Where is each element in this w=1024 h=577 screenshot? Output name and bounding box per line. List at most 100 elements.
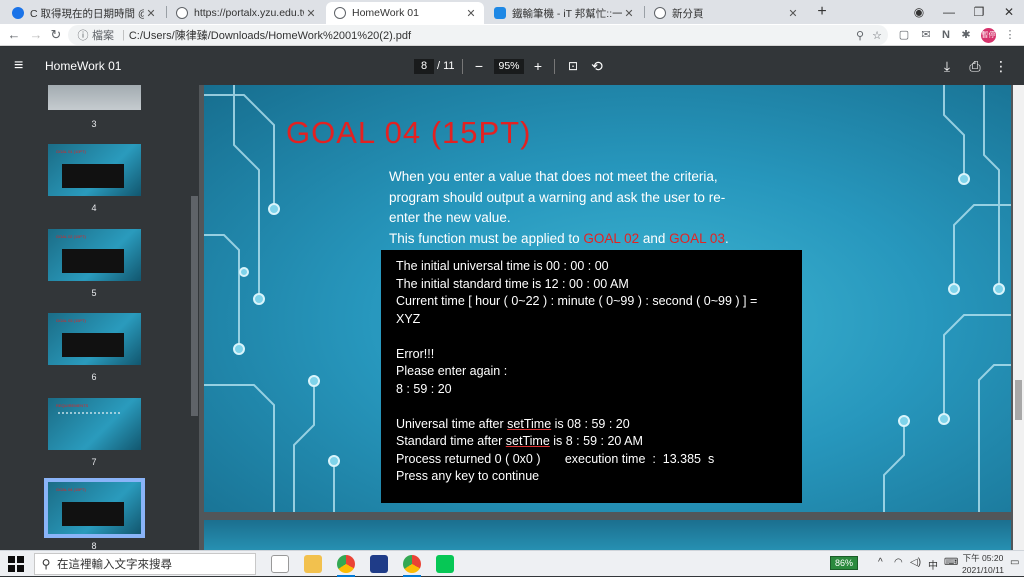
- clock[interactable]: 下午 05:20 2021/10/11: [958, 552, 1008, 576]
- tab-portal[interactable]: https://portalx.yzu.edu.tw/Porta ✕: [168, 2, 324, 24]
- print-icon[interactable]: ⎙: [966, 57, 984, 75]
- codeblocks-icon[interactable]: [370, 555, 388, 573]
- thumbnail-console: [62, 502, 124, 526]
- file-explorer-icon[interactable]: [304, 555, 322, 573]
- document-title: HomeWork 01: [45, 59, 122, 73]
- tab-c-datetime[interactable]: C 取得現在的日期時間 @ 數位生 ✕: [4, 2, 164, 24]
- console-line: Press any key to continue: [396, 469, 540, 483]
- download-icon[interactable]: ⤓: [938, 57, 956, 75]
- fit-page-icon[interactable]: ⊡: [564, 57, 582, 75]
- thumbnail-number: 4: [91, 203, 97, 213]
- battery-indicator[interactable]: 86%: [830, 556, 858, 570]
- thumbnail-page-8[interactable]: GOAL 04 (15PT): [44, 478, 145, 538]
- thumbnail-number: 7: [91, 457, 97, 467]
- console-line: Universal time after setTime is 08 : 59 …: [396, 416, 787, 434]
- globe-icon: [334, 7, 346, 19]
- minimize-button[interactable]: —: [934, 0, 964, 24]
- thumbnail-page-7[interactable]: REQUIREMENTS: [48, 398, 141, 450]
- close-icon[interactable]: ✕: [786, 7, 800, 20]
- address-bar-row: ← → ↻ ⓘ 檔案 | C:/Users/陳律臻/Downloads/Home…: [0, 24, 1024, 46]
- toolbar-divider: [462, 59, 463, 74]
- desc-line: This function must be applied to GOAL 02…: [389, 229, 789, 250]
- zoom-out-button[interactable]: −: [470, 57, 488, 75]
- new-tab-button[interactable]: +: [812, 2, 832, 22]
- console-text: Universal time after: [396, 416, 508, 431]
- wifi-icon[interactable]: ◠: [894, 557, 903, 568]
- zoom-in-button[interactable]: +: [529, 57, 547, 75]
- tab-ithelp[interactable]: 鐵輸筆機 - iT 邦幫忙::一起幫忙解 ✕: [486, 2, 642, 24]
- chrome-icon[interactable]: [337, 555, 355, 577]
- desc-text: This function must be applied to: [389, 230, 584, 246]
- mail-icon[interactable]: ✉: [918, 27, 934, 43]
- console-text: Standard time after: [396, 434, 506, 448]
- notification-icon[interactable]: ▭: [1010, 557, 1019, 568]
- console-line: Standard time after setTime is 8 : 59 : …: [396, 433, 787, 451]
- thumbnail-page-6[interactable]: GOAL 03 (15PT): [48, 313, 141, 365]
- rotate-icon[interactable]: ⟲: [588, 57, 606, 75]
- maximize-button[interactable]: ❐: [964, 0, 994, 24]
- viewer-scrollbar[interactable]: [1013, 85, 1024, 550]
- thumbnail-console: [62, 333, 124, 357]
- viewer-scrollbar-thumb[interactable]: [1015, 380, 1022, 420]
- pdf-toolbar: ≡ HomeWork 01 8 / 11 − 95% + ⊡ ⟲ ⤓ ⎙ ⋮: [0, 47, 1024, 85]
- tab-homework[interactable]: HomeWork 01 ✕: [326, 2, 484, 24]
- close-icon[interactable]: ✕: [144, 7, 158, 20]
- thumbnail-title: GOAL 01 (10PT): [56, 149, 86, 154]
- back-arrow-icon[interactable]: ←: [4, 25, 24, 45]
- thumbnail-number: 6: [91, 372, 97, 382]
- thumbnail-sidebar: 3 GOAL 01 (10PT) 4 GOAL 02 (15PT) 5 GOAL…: [0, 85, 189, 550]
- console-text: setTime: [507, 416, 552, 431]
- zoom-icon[interactable]: ⚲: [856, 29, 864, 42]
- thumbnail-page-3[interactable]: [48, 85, 141, 110]
- close-icon[interactable]: ✕: [464, 7, 478, 20]
- keyboard-icon[interactable]: ⌨: [944, 557, 958, 568]
- desc-line: program should output a warning and ask …: [389, 189, 726, 205]
- thumbnail-number: 3: [91, 119, 97, 129]
- console-line: Please enter again :: [396, 364, 508, 378]
- windows-start-icon[interactable]: [8, 556, 24, 572]
- url-separator: |: [122, 29, 125, 41]
- close-window-button[interactable]: ✕: [994, 0, 1024, 24]
- forward-arrow-icon[interactable]: →: [26, 25, 46, 45]
- omnibox[interactable]: ⓘ 檔案 | C:/Users/陳律臻/Downloads/HomeWork%2…: [68, 25, 888, 45]
- taskbar-search[interactable]: ⚲ 在這裡輸入文字來搜尋: [34, 553, 256, 575]
- ime-indicator[interactable]: 中: [928, 557, 938, 572]
- hamburger-menu-icon[interactable]: ≡: [14, 57, 32, 75]
- close-icon[interactable]: ✕: [304, 7, 318, 20]
- task-view-icon[interactable]: [271, 555, 289, 573]
- puzzle-icon[interactable]: ✱: [958, 27, 974, 43]
- line-icon[interactable]: [436, 555, 454, 573]
- volume-icon[interactable]: ◁): [910, 557, 921, 568]
- console-blank: [396, 398, 787, 416]
- goal02-highlight: GOAL 02: [583, 230, 640, 246]
- extension-icon[interactable]: ▢: [896, 27, 912, 43]
- reload-icon[interactable]: ↻: [46, 25, 66, 45]
- search-placeholder: 在這裡輸入文字來搜尋: [57, 559, 172, 571]
- sidebar-scrollbar-thumb[interactable]: [191, 196, 198, 416]
- url-text[interactable]: C:/Users/陳律臻/Downloads/HomeWork%2001%20(…: [129, 27, 411, 43]
- chrome-profile-icon[interactable]: [403, 555, 421, 577]
- thumbnail-page-4[interactable]: GOAL 01 (10PT): [48, 144, 141, 196]
- thumbnail-title: GOAL 03 (15PT): [56, 318, 86, 323]
- extension-n-icon[interactable]: N: [938, 27, 954, 43]
- kebab-menu-icon[interactable]: ⋮: [1002, 27, 1018, 43]
- bookmark-star-icon[interactable]: ☆: [872, 29, 882, 42]
- thumbnail-page-5[interactable]: GOAL 02 (15PT): [48, 229, 141, 281]
- page-number-input[interactable]: 8: [414, 59, 434, 74]
- profile-avatar[interactable]: 暫停: [981, 28, 996, 43]
- tray-chevron-icon[interactable]: ^: [878, 557, 883, 568]
- pdf-viewer: GOAL 04 (15PT) When you enter a value th…: [199, 85, 1024, 550]
- console-output: The initial universal time is 00 : 00 : …: [381, 250, 802, 503]
- tab-newtab[interactable]: 新分頁 ✕: [646, 2, 806, 24]
- globe-icon: [12, 7, 24, 19]
- tab-divider: [644, 6, 645, 18]
- thumbnail-title: GOAL 02 (15PT): [56, 234, 86, 239]
- console-line: Current time [ hour ( 0~22 ) : minute ( …: [396, 294, 758, 308]
- more-options-icon[interactable]: ⋮: [992, 57, 1010, 75]
- tab-search-icon[interactable]: ◉: [904, 0, 934, 24]
- zoom-level-input[interactable]: 95%: [494, 59, 524, 74]
- close-icon[interactable]: ✕: [622, 7, 636, 20]
- info-icon[interactable]: ⓘ: [74, 27, 92, 43]
- taskbar: ⚲ 在這裡輸入文字來搜尋 86% ^ ◠ ◁) 中 ⌨ 下午 05:20 202…: [0, 550, 1024, 577]
- page-total: / 11: [437, 60, 455, 72]
